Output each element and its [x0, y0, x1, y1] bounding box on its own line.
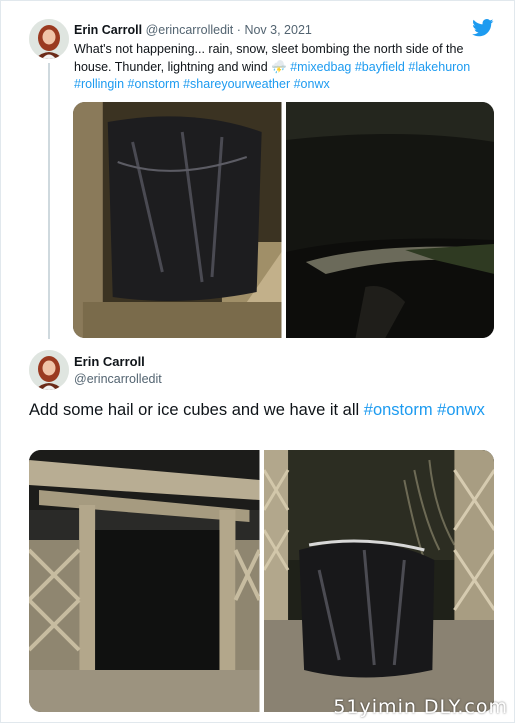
separator: ·	[236, 23, 241, 37]
media-photo-covered-bbq-gravel[interactable]	[263, 450, 494, 712]
author-handle[interactable]: @erincarrolledit	[146, 23, 234, 37]
author-name[interactable]: Erin Carroll	[74, 23, 142, 37]
hashtag-link[interactable]: #onstorm	[128, 77, 180, 91]
hashtag-link[interactable]: #onwx	[294, 77, 330, 91]
author-handle[interactable]: @erincarrolledit	[74, 372, 162, 386]
reply-tweet-text: What's not happening... rain, snow, slee…	[74, 41, 494, 94]
media-photo-dark-lake[interactable]	[285, 102, 494, 338]
main-tweet-text: Add some hail or ice cubes and we have i…	[29, 400, 489, 421]
reply-header: Erin Carroll @erincarrolledit · Nov 3, 2…	[74, 23, 312, 37]
author-name[interactable]: Erin Carroll	[74, 354, 145, 369]
thread-line	[48, 63, 50, 339]
main-media-grid	[29, 450, 494, 712]
hashtag-link[interactable]: #shareyourweather	[183, 77, 290, 91]
watermark: 51yimin DLY.com	[333, 696, 508, 718]
tweet-text-fragment: ⛈️	[271, 59, 287, 74]
avatar-image	[29, 19, 69, 59]
tweet-card: Erin Carroll @erincarrolledit · Nov 3, 2…	[0, 0, 515, 723]
hashtag-link[interactable]: #bayfield	[355, 60, 405, 74]
tweet-text-fragment: Add some hail or ice cubes and we have i…	[29, 401, 364, 419]
media-photo-pergola[interactable]	[29, 450, 260, 712]
avatar[interactable]	[29, 350, 69, 390]
pergola-night-photo	[29, 450, 260, 712]
dark-lake-night-photo	[285, 102, 494, 338]
hashtag-link[interactable]: #onwx	[437, 401, 485, 419]
avatar-image	[29, 350, 69, 390]
reply-media-grid	[73, 102, 494, 338]
twitter-bird-icon[interactable]	[472, 19, 494, 37]
media-photo-covered-bbq[interactable]	[73, 102, 282, 338]
covered-bbq-photo	[73, 102, 282, 338]
hashtag-link[interactable]: #onstorm	[364, 401, 433, 419]
tweet-date[interactable]: Nov 3, 2021	[244, 23, 311, 37]
covered-bbq-gravel-photo	[263, 450, 494, 712]
hashtag-link[interactable]: #lakehuron	[408, 60, 470, 74]
hashtag-link[interactable]: #mixedbag	[290, 60, 351, 74]
avatar[interactable]	[29, 19, 69, 59]
hashtag-link[interactable]: #rollingin	[74, 77, 124, 91]
